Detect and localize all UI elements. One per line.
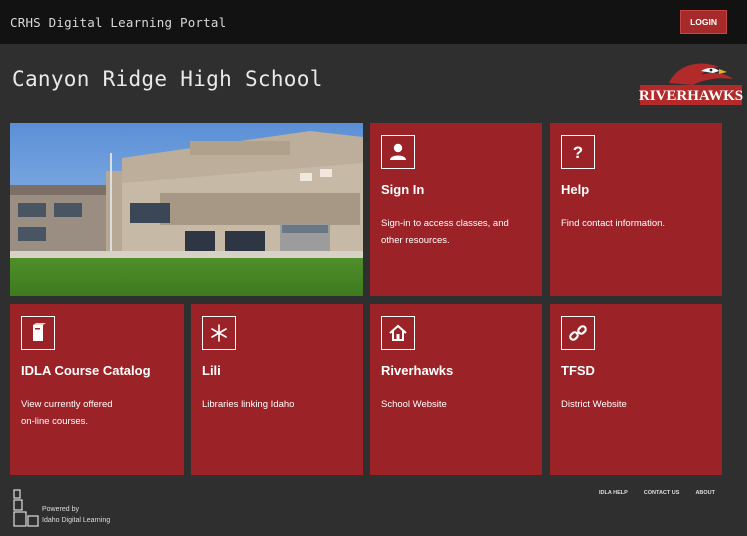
tile-title: Help	[561, 182, 590, 197]
footer-link-about[interactable]: ABOUT	[695, 490, 715, 496]
riverhawks-logo[interactable]: RIVERHAWKS	[639, 57, 743, 107]
portal-title: CRHS Digital Learning Portal	[10, 14, 227, 30]
svg-text:RIVERHAWKS: RIVERHAWKS	[639, 88, 743, 104]
tile-help[interactable]: ? Help Find contact information.	[550, 123, 722, 296]
tile-title: TFSD	[561, 363, 595, 378]
powered-by-line1: Powered by	[42, 506, 79, 513]
footer-link-contact-us[interactable]: CONTACT US	[644, 490, 680, 496]
powered-by-badge[interactable]: Powered by Idaho Digital Learning	[12, 488, 110, 528]
tile-tfsd[interactable]: TFSD District Website	[550, 304, 722, 475]
tile-description: Sign-in to access classes, and other res…	[381, 218, 509, 246]
tile-title: Sign In	[381, 182, 425, 197]
portal-page: CRHS Digital Learning Portal LOGIN Canyo…	[0, 0, 747, 536]
tile-description: Find contact information.	[561, 218, 666, 229]
link-icon	[561, 316, 595, 350]
tile-description: Libraries linking Idaho	[202, 399, 295, 410]
tile-description: District Website	[561, 399, 627, 410]
login-button[interactable]: LOGIN	[680, 10, 727, 34]
home-icon	[381, 316, 415, 350]
footer-link-idla-help[interactable]: IDLA HELP	[599, 490, 628, 496]
idla-logo-icon	[13, 489, 39, 527]
tile-title: IDLA Course Catalog	[21, 363, 151, 378]
page-footer: Powered by Idaho Digital Learning IDLA H…	[0, 476, 747, 536]
tile-idla-course-catalog[interactable]: IDLA Course Catalog View currently offer…	[10, 304, 184, 475]
tile-grid: Sign In Sign-in to access classes, and o…	[10, 123, 722, 475]
tile-description: School Website	[381, 399, 447, 410]
footer-links: IDLA HELP CONTACT US ABOUT	[599, 490, 715, 496]
tile-description: View currently offered on-line courses.	[21, 399, 113, 427]
question-icon: ?	[561, 135, 595, 169]
tile-riverhawks[interactable]: Riverhawks School Website	[370, 304, 542, 475]
user-icon	[381, 135, 415, 169]
powered-by-line2: Idaho Digital Learning	[42, 517, 111, 524]
page-header: Canyon Ridge High School RIVERHAWKS	[0, 44, 747, 122]
school-building-photo	[10, 123, 363, 296]
svg-text:?: ?	[573, 143, 583, 162]
tile-title: Lili	[202, 363, 221, 378]
tile-lili[interactable]: Lili Libraries linking Idaho	[191, 304, 363, 475]
top-bar: CRHS Digital Learning Portal LOGIN	[0, 0, 747, 44]
tile-title: Riverhawks	[381, 363, 454, 378]
tile-sign-in[interactable]: Sign In Sign-in to access classes, and o…	[370, 123, 542, 296]
book-icon	[21, 316, 55, 350]
asterisk-icon	[202, 316, 236, 350]
school-name: Canyon Ridge High School	[12, 67, 323, 91]
